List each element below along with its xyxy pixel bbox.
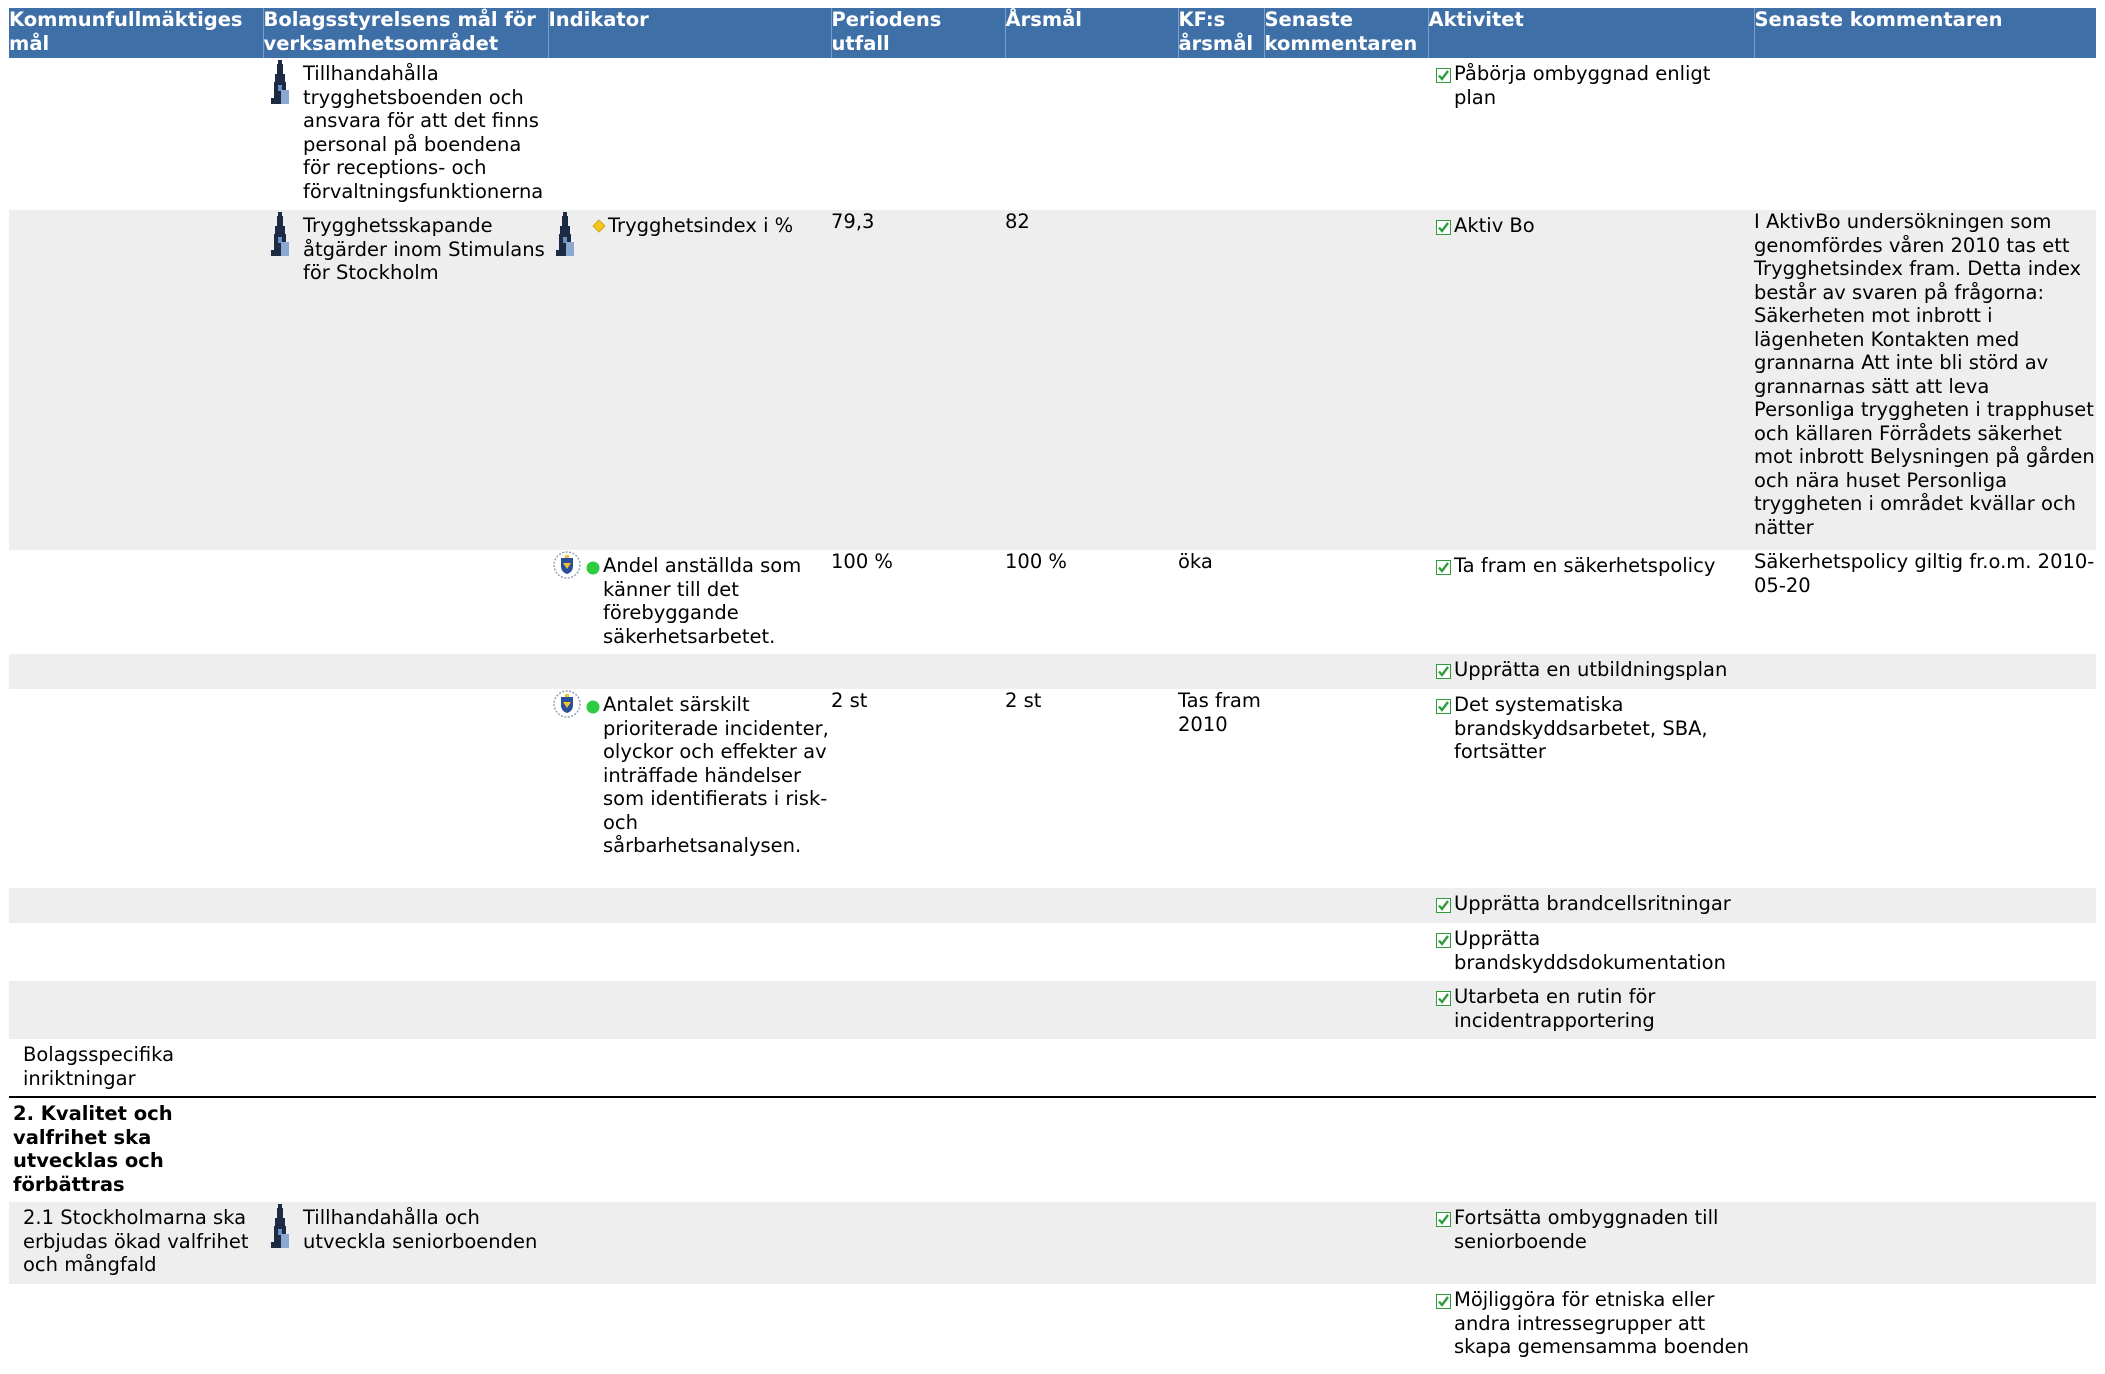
latest-comment-text: Säkerhetspolicy giltig fr.o.m. 2010-05-2… bbox=[1754, 550, 2095, 597]
period-outcome-value: 100 % bbox=[831, 550, 893, 573]
col-header-board-goal[interactable]: Bolagsstyrelsens mål för verksamhetsområ… bbox=[262, 8, 548, 58]
checkbox-checked-icon bbox=[1436, 699, 1451, 714]
board-goal-text: Tillhandahålla trygghetsboenden och ansv… bbox=[303, 62, 544, 203]
table-row: Andel anställda som känner till det före… bbox=[9, 550, 2096, 654]
col-header-latest-comments[interactable]: Senaste kommentaren bbox=[1263, 8, 1428, 58]
col-header-kf-annual-target[interactable]: KF:s årsmål bbox=[1177, 8, 1264, 58]
report-table: Kommunfullmäktiges mål Bolagsstyrelsens … bbox=[9, 8, 2096, 1374]
activity-text[interactable]: Fortsätta ombyggnaden till seniorboende bbox=[1454, 1206, 1754, 1253]
period-outcome-value: 79,3 bbox=[831, 210, 875, 233]
kf-annual-target-value: Tas fram 2010 bbox=[1178, 689, 1261, 736]
table-row: Möjliggöra för etniska eller andra intre… bbox=[9, 1284, 2096, 1374]
indicator-text[interactable]: Antalet särskilt prioriterade incidenter… bbox=[603, 693, 831, 858]
board-goal-text: Tillhandahålla och utveckla seniorboende… bbox=[303, 1206, 538, 1253]
checkbox-checked-icon bbox=[1436, 898, 1451, 913]
table-row: Trygghetsskapande åtgärder inom Stimulan… bbox=[9, 210, 2096, 550]
stockholm-tower-icon bbox=[556, 212, 574, 256]
annual-target-value: 82 bbox=[1005, 210, 1030, 233]
period-outcome-value: 2 st bbox=[831, 689, 868, 712]
activity-text[interactable]: Möjliggöra för etniska eller andra intre… bbox=[1454, 1288, 1754, 1359]
checkbox-checked-icon bbox=[1436, 933, 1451, 948]
latest-comment-text: I AktivBo undersökningen som genomfördes… bbox=[1754, 210, 2095, 539]
kf-annual-target-value: öka bbox=[1178, 550, 1213, 573]
section-heading: 2. Kvalitet och valfrihet ska utvecklas … bbox=[13, 1102, 173, 1196]
table-row: Upprätta brandcellsritningar bbox=[9, 888, 2096, 923]
indicator-text[interactable]: Trygghetsindex i % bbox=[608, 214, 831, 238]
activity-text[interactable]: Det systematiska brandskyddsarbetet, SBA… bbox=[1454, 693, 1754, 764]
checkbox-checked-icon bbox=[1436, 1212, 1451, 1227]
checkbox-checked-icon bbox=[1436, 991, 1451, 1006]
status-circle-green-icon bbox=[586, 700, 600, 714]
table-row: Upprätta en utbildningsplan bbox=[9, 654, 2096, 689]
status-circle-green-icon bbox=[586, 561, 600, 575]
col-header-indicator[interactable]: Indikator bbox=[547, 8, 831, 58]
col-header-activity[interactable]: Aktivitet bbox=[1427, 8, 1754, 58]
checkbox-checked-icon bbox=[1436, 1294, 1451, 1309]
indicator-text[interactable]: Andel anställda som känner till det före… bbox=[603, 554, 831, 648]
col-header-latest-comment[interactable]: Senaste kommentaren bbox=[1753, 8, 2096, 58]
col-header-period-outcome[interactable]: Periodens utfall bbox=[830, 8, 1005, 58]
stockholm-tower-icon bbox=[271, 60, 289, 104]
col-header-annual-target[interactable]: Årsmål bbox=[1004, 8, 1178, 58]
table-row: Upprätta brandskyddsdokumentation bbox=[9, 923, 2096, 981]
activity-text[interactable]: Aktiv Bo bbox=[1454, 214, 1754, 238]
checkbox-checked-icon bbox=[1436, 220, 1451, 235]
activity-text[interactable]: Upprätta brandcellsritningar bbox=[1454, 892, 1754, 916]
activity-text[interactable]: Påbörja ombyggnad enligt plan bbox=[1454, 62, 1754, 109]
table-row: Bolagsspecifika inriktningar bbox=[9, 1039, 2096, 1097]
table-row: Antalet särskilt prioriterade incidenter… bbox=[9, 689, 2096, 888]
kf-goal-text: Bolagsspecifika inriktningar bbox=[23, 1043, 175, 1090]
stockholm-tower-icon bbox=[271, 212, 289, 256]
kf-goal-text: 2.1 Stockholmarna ska erbjudas ökad valf… bbox=[23, 1206, 249, 1276]
activity-text[interactable]: Upprätta en utbildningsplan bbox=[1454, 658, 1754, 682]
activity-text[interactable]: Utarbeta en rutin för incidentrapporteri… bbox=[1454, 985, 1754, 1032]
activity-text[interactable]: Ta fram en säkerhetspolicy bbox=[1454, 554, 1754, 578]
board-goal-text: Trygghetsskapande åtgärder inom Stimulan… bbox=[303, 214, 545, 284]
status-diamond-yellow-icon bbox=[592, 219, 606, 233]
table-row: Tillhandahålla trygghetsboenden och ansv… bbox=[9, 58, 2096, 210]
city-seal-icon bbox=[553, 551, 581, 579]
checkbox-checked-icon bbox=[1436, 664, 1451, 679]
table-header-row: Kommunfullmäktiges mål Bolagsstyrelsens … bbox=[9, 8, 2096, 58]
section-heading-row: 2. Kvalitet och valfrihet ska utvecklas … bbox=[9, 1096, 2096, 1202]
checkbox-checked-icon bbox=[1436, 560, 1451, 575]
city-seal-icon bbox=[553, 690, 581, 718]
checkbox-checked-icon bbox=[1436, 68, 1451, 83]
col-header-kf-goal[interactable]: Kommunfullmäktiges mål bbox=[9, 8, 263, 58]
table-row: Utarbeta en rutin för incidentrapporteri… bbox=[9, 981, 2096, 1039]
annual-target-value: 100 % bbox=[1005, 550, 1067, 573]
activity-text[interactable]: Upprätta brandskyddsdokumentation bbox=[1454, 927, 1754, 974]
annual-target-value: 2 st bbox=[1005, 689, 1042, 712]
stockholm-tower-icon bbox=[271, 1204, 289, 1248]
table-row: 2.1 Stockholmarna ska erbjudas ökad valf… bbox=[9, 1202, 2096, 1284]
